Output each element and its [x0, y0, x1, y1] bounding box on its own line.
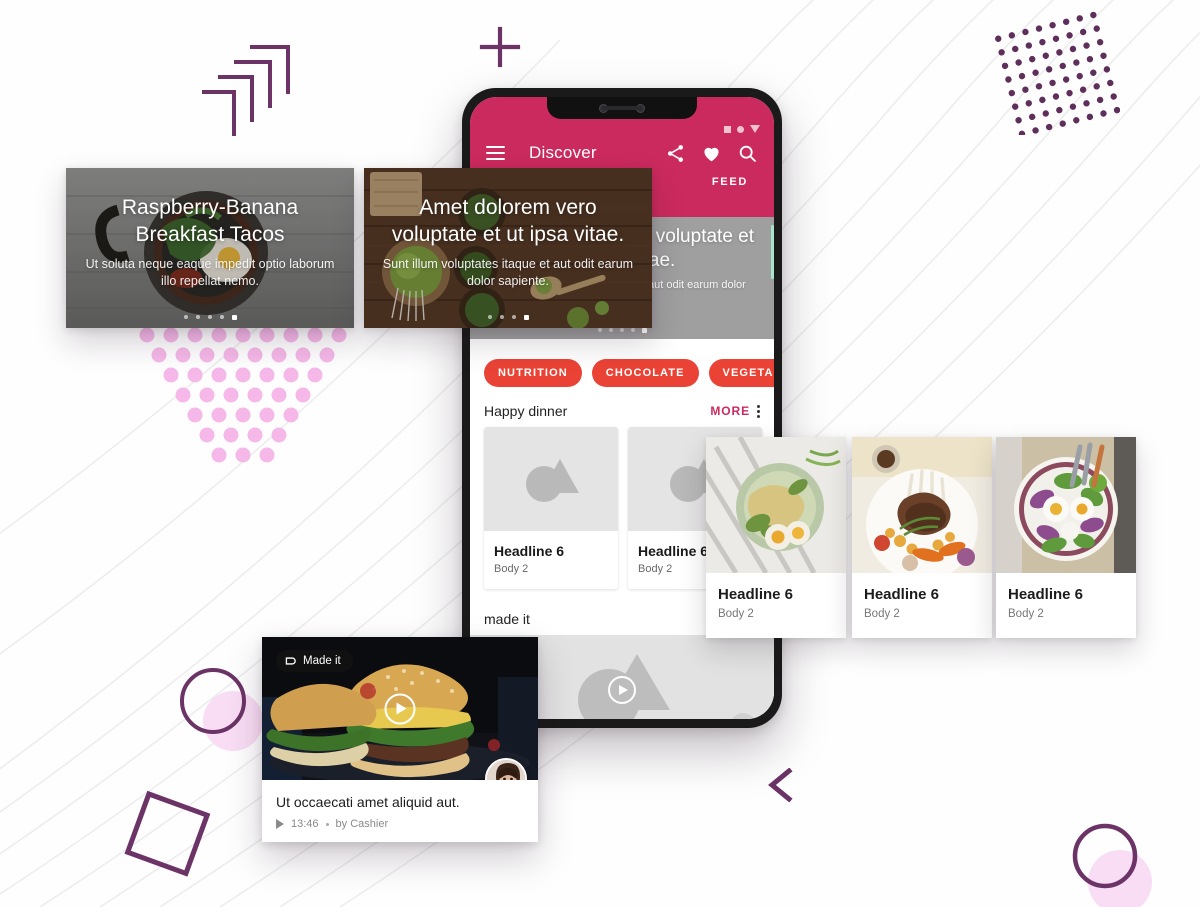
carousel-dot[interactable]: [619, 328, 624, 332]
food-card-body: Headline 6 Body 2: [706, 573, 846, 638]
status-triangle-icon: [750, 125, 760, 133]
more-link[interactable]: MORE: [710, 404, 750, 418]
earpiece-speaker: [602, 106, 642, 110]
carousel-dot[interactable]: [597, 328, 602, 332]
hero-card-subtitle: Sunt illum voluptates itaque et aut odit…: [382, 257, 634, 288]
pink-dot-triangle-decoration: [139, 327, 347, 463]
placeholder-thumbnail: [484, 427, 618, 531]
carousel-dot[interactable]: [207, 315, 212, 319]
video-card-caption: Ut occaecati amet aliquid aut. 13:46 by …: [262, 780, 538, 842]
carousel-dot[interactable]: [195, 315, 200, 319]
placeholder-card-body: Headline 6 Body 2: [484, 531, 618, 589]
carousel-dot-active[interactable]: [523, 315, 529, 320]
placeholder-body: Body 2: [494, 563, 529, 575]
carousel-dot[interactable]: [608, 328, 613, 332]
placeholder-card[interactable]: Headline 6 Body 2: [484, 427, 618, 589]
food-card[interactable]: Headline 6 Body 2: [852, 437, 992, 638]
hero-card-carousel-dots[interactable]: [364, 315, 652, 320]
carousel-dot-active[interactable]: [231, 315, 237, 320]
meta-separator: [325, 822, 329, 826]
category-chip-row: NUTRITION CHOCOLATE VEGETA: [470, 339, 774, 387]
carousel-dot[interactable]: [183, 315, 188, 319]
app-bar-row: Discover: [470, 135, 774, 164]
made-it-badge-label: Made it: [303, 655, 341, 667]
food-card-body: Headline 6 Body 2: [852, 573, 992, 638]
placeholder-headline: Headline 6: [494, 543, 565, 559]
section-actions: MORE: [710, 404, 760, 418]
status-bar: [470, 121, 774, 135]
play-button-icon[interactable]: [384, 693, 416, 724]
video-card-meta: 13:46 by Cashier: [276, 818, 524, 830]
heart-icon[interactable]: [700, 142, 722, 164]
section-title: made it: [484, 611, 530, 627]
food-card-headline: Headline 6: [864, 586, 940, 603]
food-card[interactable]: Headline 6 Body 2: [706, 437, 846, 638]
food-card[interactable]: Headline 6 Body 2: [996, 437, 1136, 638]
rotated-square-decoration: [124, 790, 211, 877]
scroll-indicator[interactable]: [771, 225, 774, 279]
hero-card-text: Amet dolorem vero voluptate et ut ipsa v…: [364, 194, 652, 290]
carousel-dot-active[interactable]: [641, 328, 647, 333]
food-card-headline: Headline 6: [718, 586, 794, 603]
status-square-icon: [724, 125, 731, 133]
carousel-dot[interactable]: [511, 315, 516, 319]
carousel-dot[interactable]: [487, 315, 492, 319]
food-photo-lamb-chops: [852, 437, 992, 573]
chip-nutrition[interactable]: NUTRITION: [484, 359, 582, 387]
phone-hero-carousel-dots[interactable]: [470, 328, 774, 333]
ring-and-blob-decoration-left: [180, 668, 263, 751]
chevron-left-decoration: [768, 768, 793, 802]
nested-corner-arrows-decoration: [202, 45, 290, 136]
page-title: Discover: [529, 143, 597, 162]
section-title: Happy dinner: [484, 403, 568, 419]
play-button-icon[interactable]: [608, 676, 636, 704]
video-card[interactable]: Made it Ut occaecati amet aliquid aut. 1…: [262, 637, 538, 842]
section-header-happy-dinner: Happy dinner MORE: [470, 387, 774, 427]
hero-card-amet-dolorem[interactable]: Amet dolorem vero voluptate et ut ipsa v…: [364, 168, 652, 328]
plus-mark-decoration: [479, 26, 521, 68]
carousel-dot[interactable]: [219, 315, 224, 319]
screenshot-canvas: Discover FEED voluptate et vitae. aut od…: [0, 0, 1200, 907]
chip-vegetarian[interactable]: VEGETA: [708, 359, 774, 387]
hero-card-subtitle: Ut soluta neque eaque impedit optio labo…: [85, 257, 335, 288]
carousel-dot[interactable]: [499, 315, 504, 319]
phone-notch: [547, 97, 697, 119]
play-small-icon: [276, 819, 284, 829]
tab-feed[interactable]: FEED: [712, 176, 748, 188]
carousel-dot[interactable]: [630, 328, 635, 332]
video-duration: 13:46: [291, 818, 319, 830]
hero-card-raspberry-banana[interactable]: Raspberry-Banana Breakfast Tacos Ut solu…: [66, 168, 354, 328]
food-card-headline: Headline 6: [1008, 586, 1084, 603]
purple-dot-grid-decoration: [995, 11, 1120, 135]
made-it-badge: Made it: [276, 650, 353, 672]
food-card-body: Headline 6 Body 2: [996, 573, 1136, 638]
food-card-body-text: Body 2: [1008, 608, 1044, 620]
status-circle-icon: [737, 125, 744, 133]
hero-card-headline: Amet dolorem vero voluptate et ut ipsa v…: [391, 196, 625, 246]
hero-card-headline: Raspberry-Banana Breakfast Tacos: [121, 196, 299, 246]
volume-icon[interactable]: [730, 713, 756, 719]
food-photo-grain-bowl: [706, 437, 846, 573]
hamburger-menu-icon[interactable]: [486, 146, 505, 160]
tag-icon: [285, 657, 296, 665]
chip-chocolate[interactable]: CHOCOLATE: [591, 359, 699, 387]
share-icon[interactable]: [664, 142, 686, 164]
hero-card-text: Raspberry-Banana Breakfast Tacos Ut solu…: [66, 194, 354, 290]
placeholder-shape-icon: [526, 459, 579, 502]
food-card-body-text: Body 2: [718, 608, 754, 620]
overflow-menu-icon[interactable]: [757, 404, 760, 418]
hero-card-carousel-dots[interactable]: [66, 315, 354, 320]
food-card-body-text: Body 2: [864, 608, 900, 620]
food-photo-salad-bowl: [996, 437, 1136, 573]
search-icon[interactable]: [736, 142, 758, 164]
ring-and-blob-decoration-right: [1072, 823, 1152, 907]
video-author: by Cashier: [335, 818, 389, 830]
video-thumbnail[interactable]: Made it: [262, 637, 538, 780]
video-card-title: Ut occaecati amet aliquid aut.: [276, 794, 460, 810]
